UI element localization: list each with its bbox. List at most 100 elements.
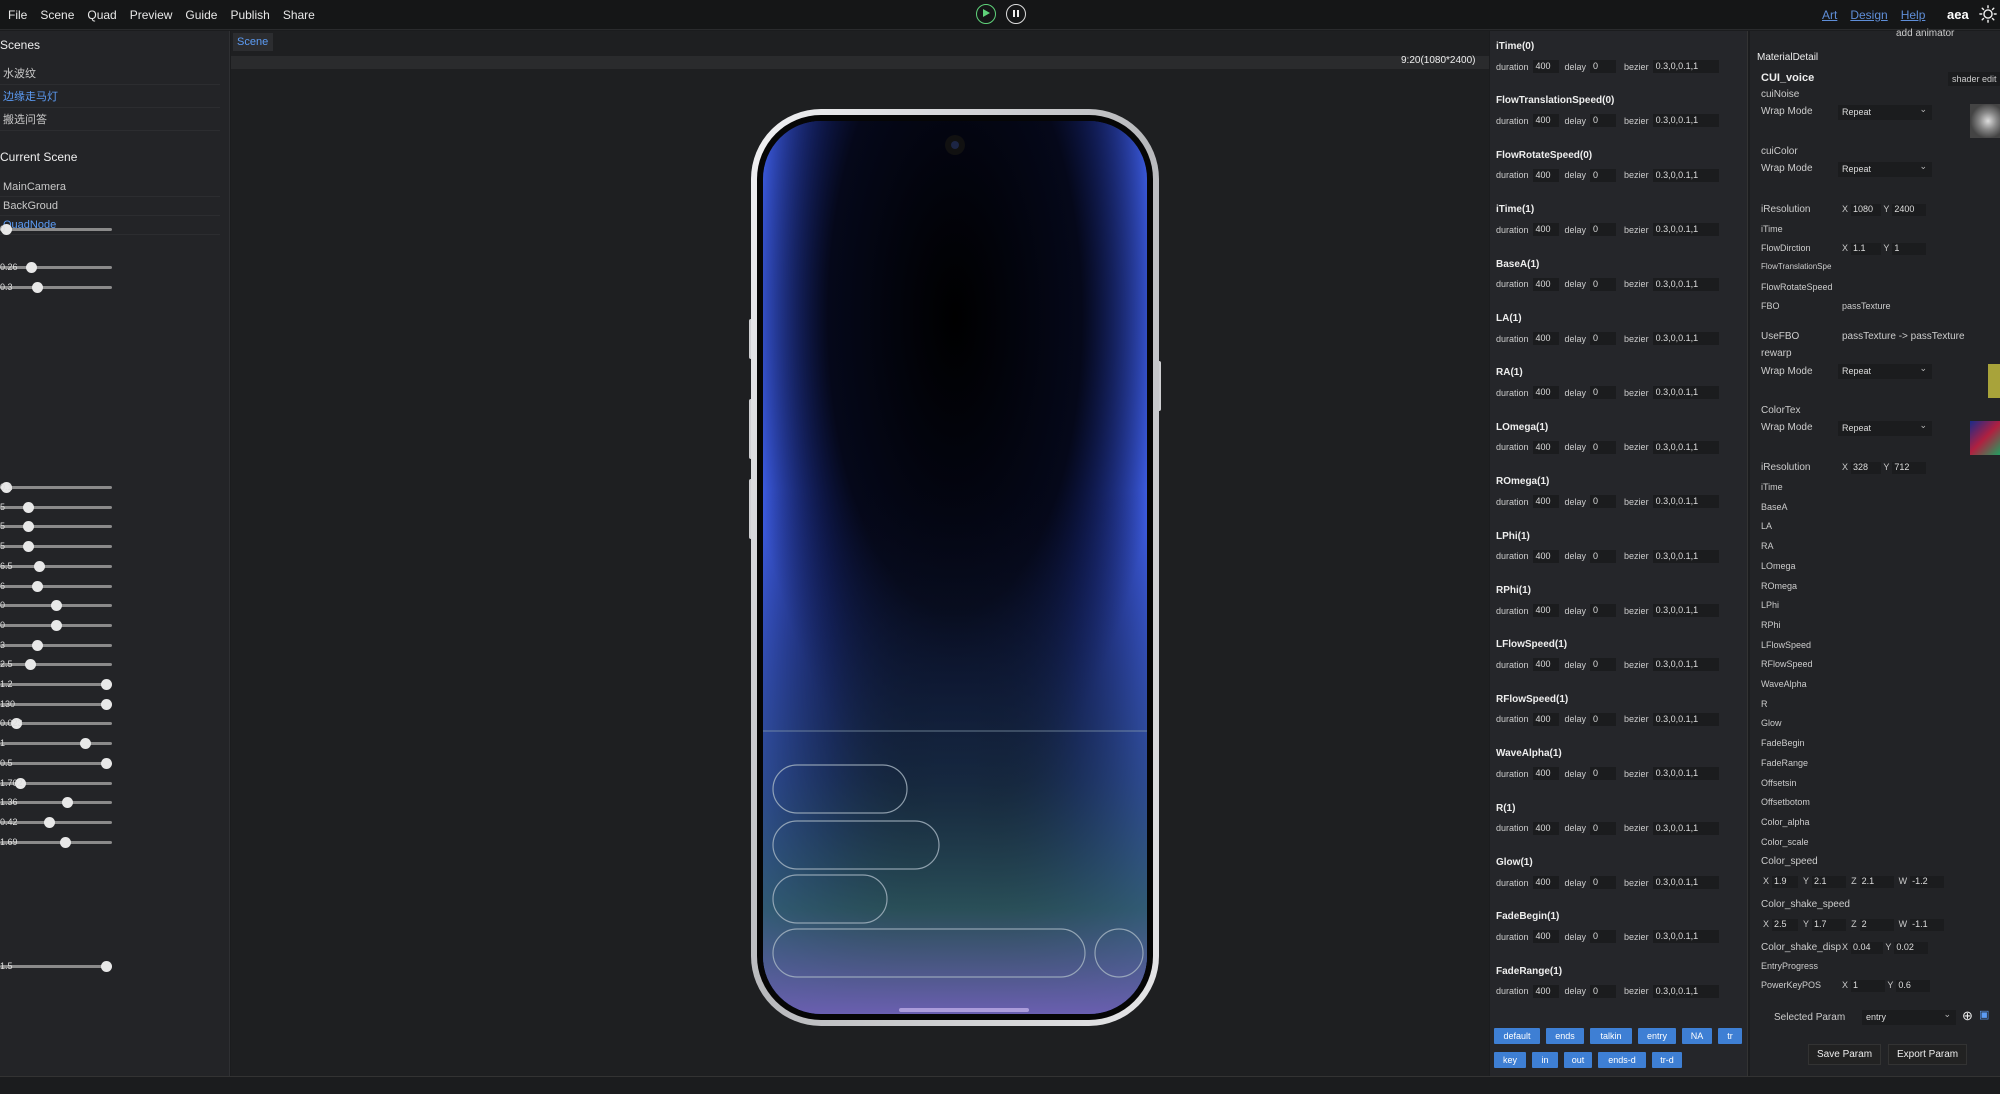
param-slider[interactable] — [0, 541, 112, 553]
menu-scene[interactable]: Scene — [40, 8, 74, 22]
delay-input[interactable]: 0 — [1590, 821, 1617, 835]
pause-icon[interactable] — [1006, 4, 1026, 24]
slider-knob[interactable] — [31, 282, 43, 293]
node-item-active[interactable]: QuadNode — [0, 216, 220, 235]
bezier-input[interactable]: 0.3,0,0.1,1 — [1652, 60, 1719, 73]
flow-direction-xy[interactable]: X 1.1 Y1 — [1842, 243, 1927, 255]
bezier-input[interactable]: 0.3,0,0.1,1 — [1652, 876, 1719, 889]
bezier-input[interactable]: 0.3,0,0.1,1 — [1652, 386, 1719, 400]
wrap-mode-select[interactable]: Repeat — [1838, 420, 1932, 436]
duration-input[interactable]: 400 — [1532, 114, 1559, 128]
duration-input[interactable]: 400 — [1532, 277, 1559, 291]
param-slider[interactable] — [0, 679, 113, 690]
preset-button[interactable]: tr-d — [1652, 1052, 1682, 1068]
bezier-input[interactable]: 0.3,0,0.1,1 — [1652, 658, 1719, 672]
slider-knob[interactable] — [23, 501, 34, 513]
flow-rotate-slider[interactable] — [0, 282, 112, 293]
duration-input[interactable]: 400 — [1532, 549, 1559, 563]
menu-share[interactable]: Share — [283, 8, 315, 22]
duration-input[interactable]: 400 — [1532, 332, 1559, 345]
delay-input[interactable]: 0 — [1590, 767, 1617, 781]
menu-quad[interactable]: Quad — [87, 8, 116, 22]
preset-button[interactable]: key — [1494, 1052, 1526, 1068]
link-design[interactable]: Design — [1850, 8, 1887, 22]
duration-input[interactable]: 400 — [1532, 712, 1559, 726]
scene-item[interactable]: 搬选问答 — [0, 108, 220, 131]
link-help[interactable]: Help — [1901, 8, 1926, 22]
user-name[interactable]: aea — [1947, 7, 1969, 22]
noise-texture-thumb[interactable] — [1970, 104, 2000, 138]
param-slider[interactable] — [0, 600, 112, 612]
color-shake-disp-xy[interactable]: X 0.04 Y 0.02 — [1842, 942, 1929, 954]
export-param-button[interactable]: Export Param — [1888, 1044, 1968, 1065]
delay-input[interactable]: 0 — [1590, 930, 1617, 944]
save-file-icon[interactable]: ▣ — [1979, 1008, 1989, 1021]
delay-input[interactable]: 0 — [1590, 168, 1617, 182]
duration-input[interactable]: 400 — [1532, 930, 1559, 944]
duration-input[interactable]: 400 — [1532, 876, 1559, 889]
duration-input[interactable]: 400 — [1532, 168, 1559, 182]
bezier-input[interactable]: 0.3,0,0.1,1 — [1652, 223, 1719, 237]
duration-input[interactable]: 400 — [1532, 495, 1559, 509]
preset-button[interactable]: tr — [1718, 1028, 1742, 1044]
menu-guide[interactable]: Guide — [185, 8, 217, 22]
preset-button[interactable]: ends-d — [1598, 1052, 1646, 1068]
param-slider[interactable] — [0, 738, 112, 750]
delay-input[interactable]: 0 — [1590, 495, 1617, 509]
duration-input[interactable]: 400 — [1532, 984, 1559, 998]
selected-param-select[interactable]: entry — [1862, 1009, 1956, 1025]
param-slider[interactable] — [0, 659, 112, 671]
add-param-icon[interactable]: ⊕ — [1962, 1008, 1973, 1024]
delay-input[interactable]: 0 — [1590, 440, 1617, 454]
wrap-mode-select[interactable]: Repeat — [1838, 363, 1932, 379]
param-slider[interactable] — [0, 619, 112, 631]
duration-input[interactable]: 400 — [1532, 604, 1559, 617]
duration-input[interactable]: 400 — [1532, 821, 1559, 835]
rewarp-color-swatch[interactable] — [1988, 364, 2000, 398]
bezier-input[interactable]: 0.3,0,0.1,1 — [1652, 930, 1719, 944]
bezier-input[interactable]: 0.3,0,0.1,1 — [1652, 495, 1719, 509]
wrap-mode-select[interactable]: Repeat — [1838, 161, 1932, 177]
param-slider[interactable] — [0, 482, 112, 493]
bezier-input[interactable]: 0.3,0,0.1,1 — [1652, 821, 1719, 835]
node-item[interactable]: MainCamera — [0, 178, 220, 197]
preset-button[interactable]: ends — [1546, 1028, 1584, 1044]
duration-input[interactable]: 400 — [1532, 386, 1559, 400]
param-slider[interactable] — [0, 521, 112, 533]
bezier-input[interactable]: 0.3,0,0.1,1 — [1652, 767, 1719, 781]
bezier-input[interactable]: 0.3,0,0.1,1 — [1652, 277, 1719, 291]
color-speed-xyzw[interactable]: X 1.9 Y 2.1 Z 2.1 W -1.2 — [1763, 876, 1945, 888]
entry-progress-slider[interactable] — [0, 961, 113, 972]
itime-slider[interactable] — [0, 224, 112, 235]
param-slider[interactable] — [0, 698, 113, 710]
delay-input[interactable]: 0 — [1590, 60, 1617, 73]
delay-input[interactable]: 0 — [1590, 114, 1617, 128]
wrap-mode-select[interactable]: Repeat — [1838, 104, 1932, 120]
param-slider[interactable] — [0, 580, 112, 592]
slider-knob[interactable] — [51, 619, 62, 631]
color-shake-speed-xyzw[interactable]: X 2.5 Y 1.7 Z2 W -1.1 — [1763, 919, 1945, 931]
duration-input[interactable]: 400 — [1532, 658, 1559, 672]
delay-input[interactable]: 0 — [1590, 386, 1617, 400]
duration-input[interactable]: 400 — [1532, 223, 1559, 237]
shader-edit-button[interactable]: shader edit — [1948, 72, 2000, 86]
menu-publish[interactable]: Publish — [230, 8, 269, 22]
slider-knob[interactable] — [31, 580, 43, 592]
color-texture-thumb[interactable] — [1970, 421, 2000, 455]
scene-item-active[interactable]: 边缘走马灯 — [0, 85, 220, 108]
slider-knob[interactable] — [34, 560, 46, 572]
delay-input[interactable]: 0 — [1590, 876, 1617, 889]
preset-button[interactable]: in — [1532, 1052, 1558, 1068]
duration-input[interactable]: 400 — [1532, 60, 1559, 73]
iresolution-xy[interactable]: X 328 Y 712 — [1842, 462, 1927, 474]
param-slider[interactable] — [0, 757, 113, 769]
bezier-input[interactable]: 0.3,0,0.1,1 — [1652, 168, 1719, 182]
save-param-button[interactable]: Save Param — [1808, 1044, 1882, 1065]
delay-input[interactable]: 0 — [1590, 332, 1617, 345]
add-animator-tab[interactable]: add animator — [1896, 28, 1954, 39]
tab-scene[interactable]: Scene — [233, 33, 273, 51]
menu-file[interactable]: File — [8, 8, 27, 22]
preset-button[interactable]: NA — [1682, 1028, 1712, 1044]
bezier-input[interactable]: 0.3,0,0.1,1 — [1652, 440, 1719, 454]
delay-input[interactable]: 0 — [1590, 712, 1617, 726]
